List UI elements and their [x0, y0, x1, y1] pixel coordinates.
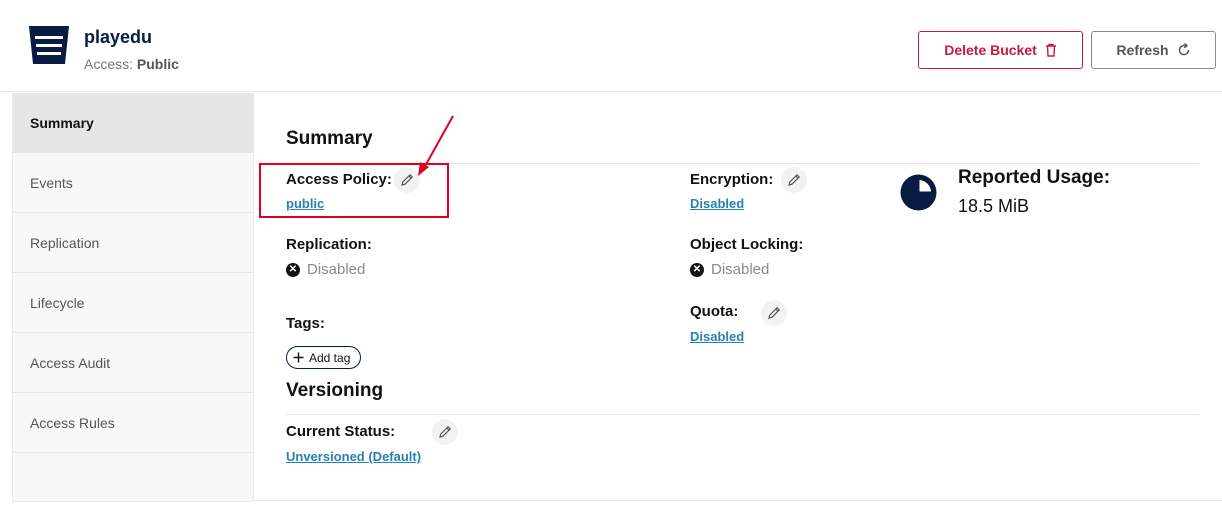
- refresh-button[interactable]: Refresh: [1091, 31, 1216, 69]
- bucket-icon: [29, 26, 69, 64]
- pencil-icon: [439, 425, 452, 438]
- quota-link[interactable]: Disabled: [690, 329, 744, 344]
- trash-icon: [1045, 43, 1056, 57]
- content-bottom-border: [254, 500, 1222, 501]
- bucket-sidebar: Summary Events Replication Lifecycle Acc…: [12, 93, 254, 502]
- add-tag-button[interactable]: Add tag: [286, 346, 362, 369]
- object-locking-value: Disabled: [711, 261, 770, 278]
- sidebar-item-replication[interactable]: Replication: [13, 213, 253, 273]
- sidebar-item-lifecycle[interactable]: Lifecycle: [13, 273, 253, 333]
- sidebar-item-access-audit[interactable]: Access Audit: [13, 333, 253, 393]
- plus-icon: [293, 352, 304, 363]
- current-status-label: Current Status:: [286, 423, 396, 440]
- edit-encryption-button[interactable]: [781, 167, 807, 193]
- sidebar-item-access-rules[interactable]: Access Rules: [13, 393, 253, 453]
- access-label: Access:: [84, 56, 134, 72]
- refresh-icon: [1178, 43, 1189, 56]
- versioning-title: Versioning: [286, 380, 384, 401]
- versioning-divider: [286, 414, 1199, 415]
- delete-bucket-label: Delete Bucket: [944, 42, 1037, 58]
- sidebar-item-events[interactable]: Events: [13, 153, 253, 213]
- x-circle-icon: ✕: [690, 262, 704, 277]
- edit-versioning-button[interactable]: [432, 419, 458, 445]
- current-status-link[interactable]: Unversioned (Default): [286, 449, 421, 464]
- reported-usage-value: 18.5 MiB: [958, 196, 1030, 216]
- bucket-access: Access: Public: [84, 56, 179, 72]
- sidebar-item-summary[interactable]: Summary: [13, 93, 253, 153]
- edit-quota-button[interactable]: [761, 300, 787, 326]
- object-locking-label: Object Locking:: [690, 236, 804, 253]
- pie-chart-icon: [900, 174, 937, 211]
- pencil-icon: [768, 306, 781, 319]
- replication-value: Disabled: [307, 261, 366, 278]
- reported-usage-label: Reported Usage:: [958, 167, 1111, 188]
- bucket-name: playedu: [84, 27, 153, 47]
- encryption-label: Encryption:: [690, 171, 774, 188]
- pencil-icon: [788, 173, 801, 186]
- annotation-arrow: [418, 115, 454, 176]
- delete-bucket-button[interactable]: Delete Bucket: [918, 31, 1083, 69]
- refresh-label: Refresh: [1116, 42, 1169, 58]
- x-circle-icon: ✕: [286, 262, 300, 277]
- add-tag-label: Add tag: [309, 350, 351, 365]
- quota-label: Quota:: [690, 303, 739, 320]
- tags-label: Tags:: [286, 315, 325, 332]
- object-locking-status: ✕ Disabled: [690, 261, 769, 278]
- summary-title: Summary: [286, 128, 373, 149]
- bucket-header: playedu Access: Public Delete Bucket Ref…: [0, 0, 1222, 92]
- access-value: Public: [136, 56, 179, 72]
- replication-label: Replication:: [286, 236, 372, 253]
- encryption-link[interactable]: Disabled: [690, 196, 744, 211]
- replication-status: ✕ Disabled: [286, 261, 365, 278]
